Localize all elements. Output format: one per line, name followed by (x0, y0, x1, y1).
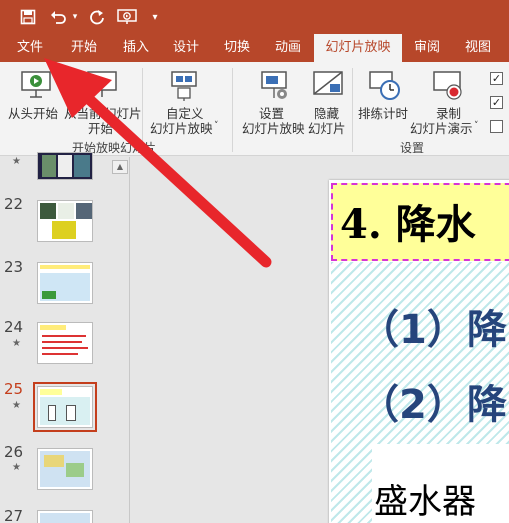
annotation-arrow (44, 58, 272, 268)
red-arrow-icon (44, 58, 272, 268)
powerpoint-window: ▾ ▾ 文件 开始 插入 设计 切换 动画 幻灯片放映 审阅 视图 从头开始 从… (0, 0, 509, 523)
